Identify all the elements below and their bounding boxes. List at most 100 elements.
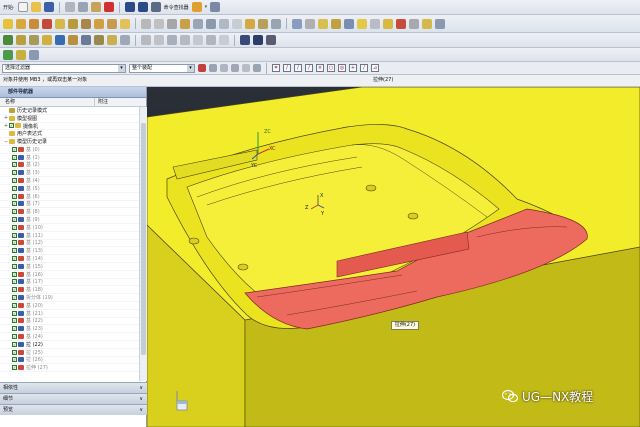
column-note[interactable]: 附注 xyxy=(95,98,108,106)
tree-node[interactable]: ✓ 基 (2) xyxy=(0,162,139,170)
tree-node[interactable]: ✓ 基 (22) xyxy=(0,318,139,326)
shell-icon[interactable] xyxy=(219,18,229,29)
visibility-checkbox[interactable]: ✓ xyxy=(12,271,17,277)
ruled-icon[interactable] xyxy=(81,35,91,45)
chamfer-icon[interactable] xyxy=(193,18,203,29)
selection-icon[interactable] xyxy=(210,2,221,12)
rotate-view-icon[interactable] xyxy=(318,18,328,29)
orient-view-icon[interactable] xyxy=(344,18,354,29)
snap-end-point-icon[interactable]: ⌗ xyxy=(272,64,280,72)
delete-icon[interactable] xyxy=(103,2,114,12)
open-file-icon[interactable] xyxy=(30,2,41,12)
type-filter-select[interactable]: 选择过滤器 ▾ xyxy=(2,63,126,73)
check-icon[interactable] xyxy=(3,49,13,60)
tree-node[interactable]: ✓ 拉伸 (27) xyxy=(0,364,139,373)
tree-node[interactable]: ✓ 基 (6) xyxy=(0,193,139,201)
sweep-icon[interactable] xyxy=(94,35,104,45)
snap-point-on-face-icon[interactable]: ⊿ xyxy=(371,64,379,72)
wireframe-icon[interactable] xyxy=(370,18,380,29)
chevron-down-icon[interactable]: ▾ xyxy=(205,4,208,10)
visibility-checkbox[interactable]: ✓ xyxy=(12,217,17,223)
visibility-checkbox[interactable]: ✓ xyxy=(12,295,17,301)
project-curve-icon[interactable] xyxy=(193,35,203,45)
arc-icon[interactable] xyxy=(167,35,177,45)
measure-icon[interactable] xyxy=(435,18,445,29)
offset-curve-icon[interactable] xyxy=(219,35,229,45)
visibility-checkbox[interactable]: ✓ xyxy=(12,248,17,254)
show-hide-icon[interactable] xyxy=(422,18,432,29)
tree-node[interactable]: ✓ 基 (3) xyxy=(0,169,139,178)
edge-blend-icon[interactable] xyxy=(180,18,190,29)
point-icon[interactable] xyxy=(141,35,151,45)
snap-existing-point-icon[interactable]: + xyxy=(349,64,357,72)
shaded-icon[interactable] xyxy=(357,18,367,29)
unite-icon[interactable] xyxy=(141,18,151,29)
layer-icon[interactable] xyxy=(409,18,419,29)
visibility-checkbox[interactable]: ✓ xyxy=(12,201,17,207)
synchronous-icon[interactable] xyxy=(240,35,250,45)
line-icon[interactable] xyxy=(154,35,164,45)
sketch-icon[interactable] xyxy=(3,18,13,29)
tree-node[interactable]: 历史记录模式 xyxy=(0,107,139,115)
visibility-checkbox[interactable]: ✓ xyxy=(12,154,17,160)
tree-node[interactable]: ✓ 基 (13) xyxy=(0,247,139,256)
bounded-plane-icon[interactable] xyxy=(107,35,117,45)
follow-fillet-icon[interactable] xyxy=(220,64,228,72)
intersection-curve-icon[interactable] xyxy=(206,35,216,45)
visibility-checkbox[interactable]: ✓ xyxy=(12,170,17,176)
visibility-checkbox[interactable]: ✓ xyxy=(12,302,17,308)
tree-node[interactable]: ✓ 拉 (26) xyxy=(0,357,139,365)
snap-center-icon[interactable]: ○ xyxy=(327,64,335,72)
scope-select[interactable]: 整个装配 ▾ xyxy=(129,63,195,73)
visibility-checkbox[interactable]: ✓ xyxy=(12,224,17,230)
boss-icon[interactable] xyxy=(55,18,65,29)
pad-icon[interactable] xyxy=(81,18,91,29)
tree-node[interactable]: ✓ 基 (8) xyxy=(0,208,139,217)
snap-control-point-icon[interactable]: / xyxy=(305,64,313,72)
tree-node[interactable]: ✓ 基 (21) xyxy=(0,310,139,318)
tree-node[interactable]: ✓ 基 (23) xyxy=(0,325,139,334)
new-file-icon[interactable] xyxy=(17,2,28,12)
chain-within-icon[interactable] xyxy=(242,64,250,72)
visibility-checkbox[interactable]: ✓ xyxy=(12,146,17,152)
panel-preview[interactable]: 预览 ∨ xyxy=(0,404,147,415)
stop-at-intersection-icon[interactable] xyxy=(231,64,239,72)
undo-icon[interactable] xyxy=(124,2,135,12)
visibility-checkbox[interactable]: ✓ xyxy=(12,178,17,184)
visibility-checkbox[interactable]: ✓ xyxy=(12,279,17,285)
groove-icon[interactable] xyxy=(107,18,117,29)
panel-details[interactable]: 细节 ∨ xyxy=(0,393,147,404)
tree-node[interactable]: ✓ 基 (16) xyxy=(0,271,139,279)
tree-node[interactable]: ✓ 基 (14) xyxy=(0,255,139,263)
tree-node[interactable]: ✓ 基 (17) xyxy=(0,279,139,287)
curve-rule-icon[interactable] xyxy=(209,64,217,72)
navigator-title[interactable]: 部件导航器 xyxy=(0,87,146,98)
visibility-checkbox[interactable]: ✓ xyxy=(12,357,17,363)
visibility-checkbox[interactable]: ✓ xyxy=(12,256,17,262)
extrude-icon[interactable] xyxy=(16,18,26,29)
chevron-down-icon[interactable]: ▾ xyxy=(118,64,125,72)
cut-icon[interactable] xyxy=(64,2,75,12)
face-icon[interactable] xyxy=(16,35,26,45)
sketch-task-icon[interactable] xyxy=(16,49,26,60)
tree-node[interactable]: ✓ 基 (5) xyxy=(0,185,139,193)
tree-node[interactable]: ✓ 基 (12) xyxy=(0,240,139,248)
visibility-checkbox[interactable]: ✓ xyxy=(12,232,17,238)
orient-icon[interactable] xyxy=(29,49,39,60)
visibility-checkbox[interactable]: ✓ xyxy=(12,318,17,324)
graphics-window[interactable]: ZC XC YC X Z Y 拉伸(27) UG—NX教程 xyxy=(147,87,640,427)
tree-node[interactable]: ✓ 拆分体 (19) xyxy=(0,294,139,302)
tree-node[interactable]: ✓ 拉 (22) xyxy=(0,341,139,349)
offset-face-icon[interactable] xyxy=(258,18,268,29)
visibility-checkbox[interactable]: ✓ xyxy=(9,123,14,129)
snap-point-on-curve-icon[interactable]: / xyxy=(360,64,368,72)
tree-node[interactable]: ✓ 基 (1) xyxy=(0,154,139,162)
tree-node[interactable]: ✓ 基 (24) xyxy=(0,333,139,341)
sew-icon[interactable] xyxy=(42,35,52,45)
command-finder-button[interactable]: 命令查找器 xyxy=(164,4,189,11)
panel-dependencies[interactable]: 相依性 ∨ xyxy=(0,382,147,393)
visibility-checkbox[interactable]: ✓ xyxy=(12,209,17,215)
section-view-icon[interactable] xyxy=(383,18,393,29)
spline-icon[interactable] xyxy=(180,35,190,45)
tree-node[interactable]: ✓ 基 (15) xyxy=(0,263,139,271)
